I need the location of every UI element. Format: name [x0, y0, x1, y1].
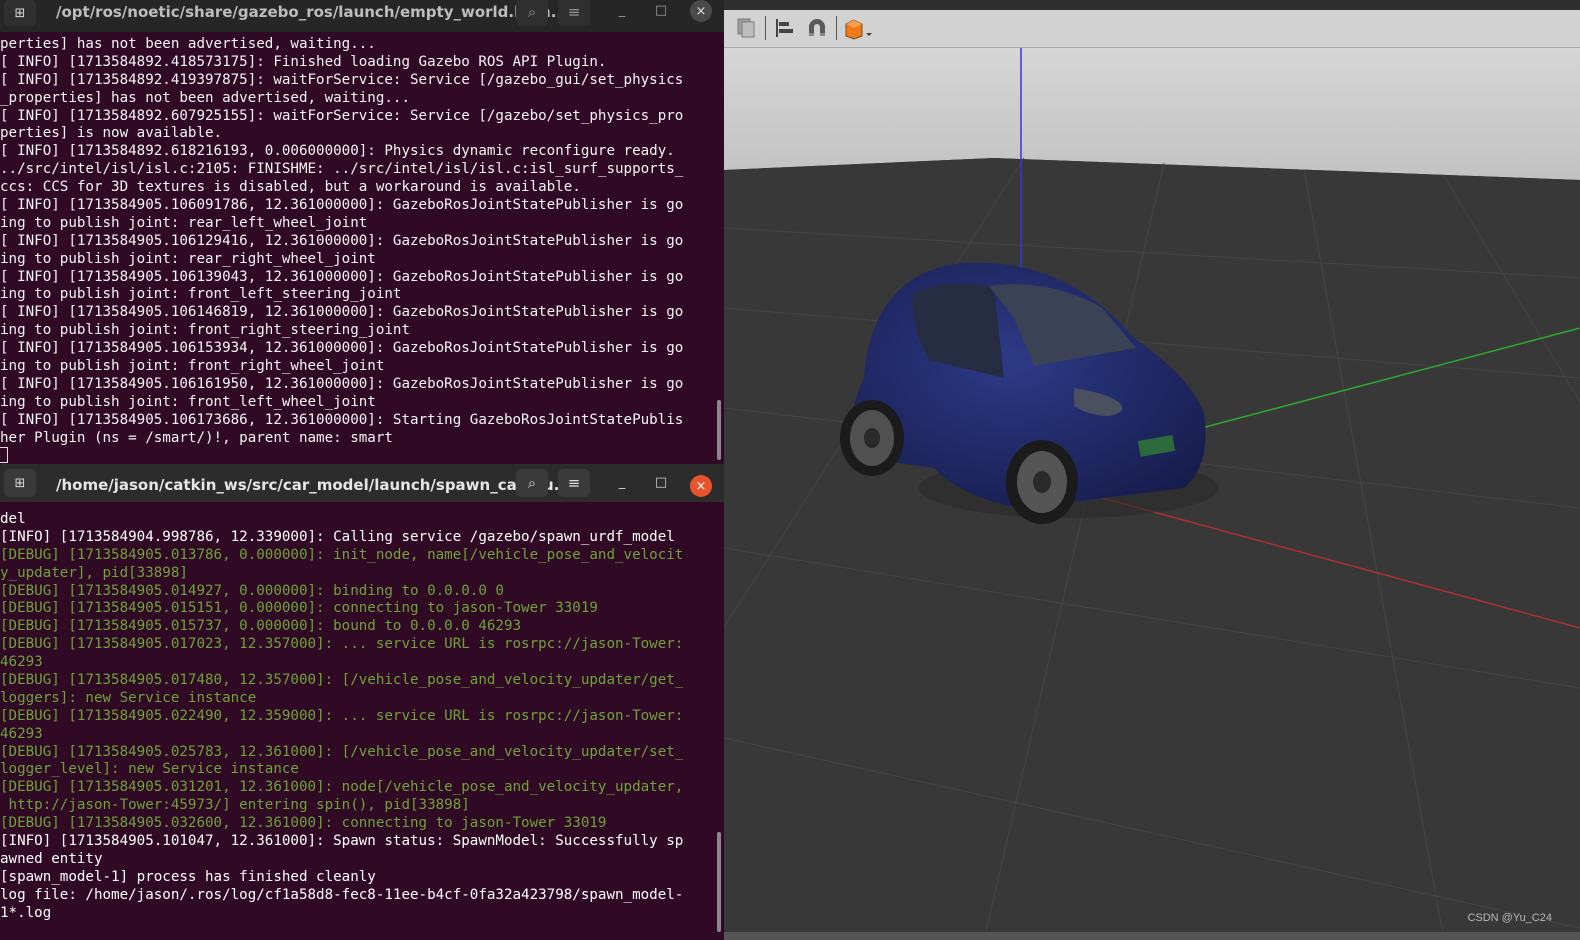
terminal-line: [DEBUG] [1713584905.031201, 12.361000]: …: [0, 779, 684, 796]
terminal-line: [ INFO] [1713584905.106091786, 12.361000…: [0, 197, 684, 214]
terminal-line: ing to publish joint: rear_left_wheel_jo…: [0, 214, 368, 231]
terminal-line: perties] has not been advertised, waitin…: [0, 36, 376, 52]
gazebo-top-strip: [724, 0, 1580, 10]
copy-icon[interactable]: [734, 16, 758, 40]
terminal-line: [DEBUG] [1713584905.017023, 12.357000]: …: [0, 636, 684, 653]
minimize-icon[interactable]: _: [612, 3, 632, 18]
terminal-line: [DEBUG] [1713584905.015737, 0.000000]: b…: [0, 618, 522, 635]
terminal-line: _properties] has not been advertised, wa…: [0, 89, 410, 106]
terminal-new-tab-icon[interactable]: ⊞: [4, 0, 36, 26]
gazebo-window[interactable]: CSDN @Yu_C24: [724, 0, 1580, 940]
terminal-line: [DEBUG] [1713584905.025783, 12.361000]: …: [0, 743, 684, 760]
terminal-line: [ INFO] [1713584905.106173686, 12.361000…: [0, 411, 684, 428]
terminal-line: y_updater], pid[33898]: [0, 564, 188, 581]
gazebo-toolbar: [724, 10, 1580, 48]
watermark: CSDN @Yu_C24: [1467, 912, 1552, 924]
terminal-line: [ INFO] [1713584892.419397875]: waitForS…: [0, 71, 684, 88]
terminal-line: awned entity: [0, 850, 103, 867]
window-title: /home/jason/catkin_ws/src/car_model/laun…: [56, 476, 571, 494]
terminal-line: [ INFO] [1713584892.618216193, 0.0060000…: [0, 143, 675, 160]
terminal-line: 1*.log: [0, 904, 52, 921]
terminal-titlebar[interactable]: ⊞ /opt/ros/noetic/share/gazebo_ros/launc…: [0, 0, 724, 32]
terminal-line: [ INFO] [1713584905.106153934, 12.361000…: [0, 340, 684, 357]
terminal-line: [INFO] [1713584904.998786, 12.339000]: C…: [0, 528, 675, 545]
minimize-icon[interactable]: _: [612, 475, 632, 490]
terminal-window-spawn-car[interactable]: ⊞ /home/jason/catkin_ws/src/car_model/la…: [0, 464, 724, 940]
search-icon[interactable]: ⌕: [516, 0, 548, 26]
text-cursor: [0, 447, 8, 463]
terminal-line: del: [0, 511, 26, 527]
terminal-line: [DEBUG] [1713584905.017480, 12.357000]: …: [0, 672, 684, 689]
scrollbar-thumb[interactable]: [717, 832, 721, 932]
terminal-new-tab-icon[interactable]: ⊞: [4, 469, 36, 497]
align-icon[interactable]: [772, 16, 796, 40]
sky-background: [724, 48, 1580, 180]
terminal-line: ing to publish joint: front_right_wheel_…: [0, 358, 385, 375]
maximize-icon[interactable]: □: [651, 3, 671, 18]
terminal-line: ing to publish joint: front_left_wheel_j…: [0, 393, 376, 410]
terminal-line: her Plugin (ns = /smart/)!, parent name:…: [0, 429, 393, 446]
gazebo-bottom-bar: [724, 932, 1580, 940]
terminal-line: perties] is now available.: [0, 125, 223, 142]
terminal-line: ing to publish joint: front_left_steerin…: [0, 286, 402, 303]
terminal-line: ing to publish joint: front_right_steeri…: [0, 322, 410, 339]
maximize-icon[interactable]: □: [651, 475, 671, 490]
terminal-line: ing to publish joint: rear_right_wheel_j…: [0, 250, 376, 267]
hamburger-menu-icon[interactable]: ≡: [558, 469, 590, 497]
terminal-output: del [INFO] [1713584904.998786, 12.339000]…: [0, 511, 683, 922]
terminal-line: [ INFO] [1713584905.106139043, 12.361000…: [0, 268, 684, 285]
terminal-line: [DEBUG] [1713584905.015151, 0.000000]: c…: [0, 600, 598, 617]
terminal-line: logger_level]: new Service instance: [0, 761, 299, 778]
terminal-line: [ INFO] [1713584892.607925155]: waitForS…: [0, 107, 684, 124]
terminal-line: ../src/intel/isl/isl.c:2105: FINISHME: .…: [0, 161, 684, 178]
scrollbar-thumb[interactable]: [717, 400, 721, 460]
close-icon[interactable]: ×: [690, 0, 712, 22]
terminal-titlebar[interactable]: ⊞ /home/jason/catkin_ws/src/car_model/la…: [0, 464, 724, 502]
hamburger-menu-icon[interactable]: ≡: [558, 0, 590, 26]
terminal-line: log file: /home/jason/.ros/log/cf1a58d8-…: [0, 886, 684, 903]
snap-magnet-icon[interactable]: [804, 16, 830, 40]
terminal-line: [DEBUG] [1713584905.014927, 0.000000]: b…: [0, 582, 504, 599]
terminal-line: [ INFO] [1713584892.418573175]: Finished…: [0, 53, 607, 70]
terminal-line: [spawn_model-1] process has finished cle…: [0, 868, 376, 885]
close-icon[interactable]: ×: [690, 475, 712, 497]
ground-plane: [724, 158, 1580, 940]
terminal-line: ccs: CCS for 3D textures is disabled, bu…: [0, 179, 581, 196]
terminal-line: 46293: [0, 654, 43, 671]
wheel-rear: [840, 400, 904, 476]
toolbar-separator: [765, 16, 766, 40]
view-angle-cube-icon[interactable]: [842, 16, 874, 40]
terminal-window-empty-world[interactable]: ⊞ /opt/ros/noetic/share/gazebo_ros/launc…: [0, 0, 724, 464]
terminal-line: [ INFO] [1713584905.106161950, 12.361000…: [0, 375, 684, 392]
terminal-line: [DEBUG] [1713584905.032600, 12.361000]: …: [0, 815, 607, 832]
terminal-line: 46293: [0, 725, 43, 742]
terminal-output: perties] has not been advertised, waitin…: [0, 36, 683, 447]
wheel-front: [1006, 440, 1078, 524]
toolbar-separator: [836, 16, 837, 40]
terminal-line: http://jason-Tower:45973/] entering spin…: [0, 797, 470, 814]
window-title: /opt/ros/noetic/share/gazebo_ros/launch/…: [56, 3, 568, 21]
terminal-line: [ INFO] [1713584905.106146819, 12.361000…: [0, 304, 684, 321]
terminal-line: [INFO] [1713584905.101047, 12.361000]: S…: [0, 833, 684, 850]
terminal-line: [DEBUG] [1713584905.022490, 12.359000]: …: [0, 707, 684, 724]
terminal-line: [ INFO] [1713584905.106129416, 12.361000…: [0, 232, 684, 249]
terminal-line: loggers]: new Service instance: [0, 689, 257, 706]
terminal-line: [DEBUG] [1713584905.013786, 0.000000]: i…: [0, 546, 684, 563]
3d-viewport[interactable]: [724, 48, 1580, 940]
search-icon[interactable]: ⌕: [516, 469, 548, 497]
